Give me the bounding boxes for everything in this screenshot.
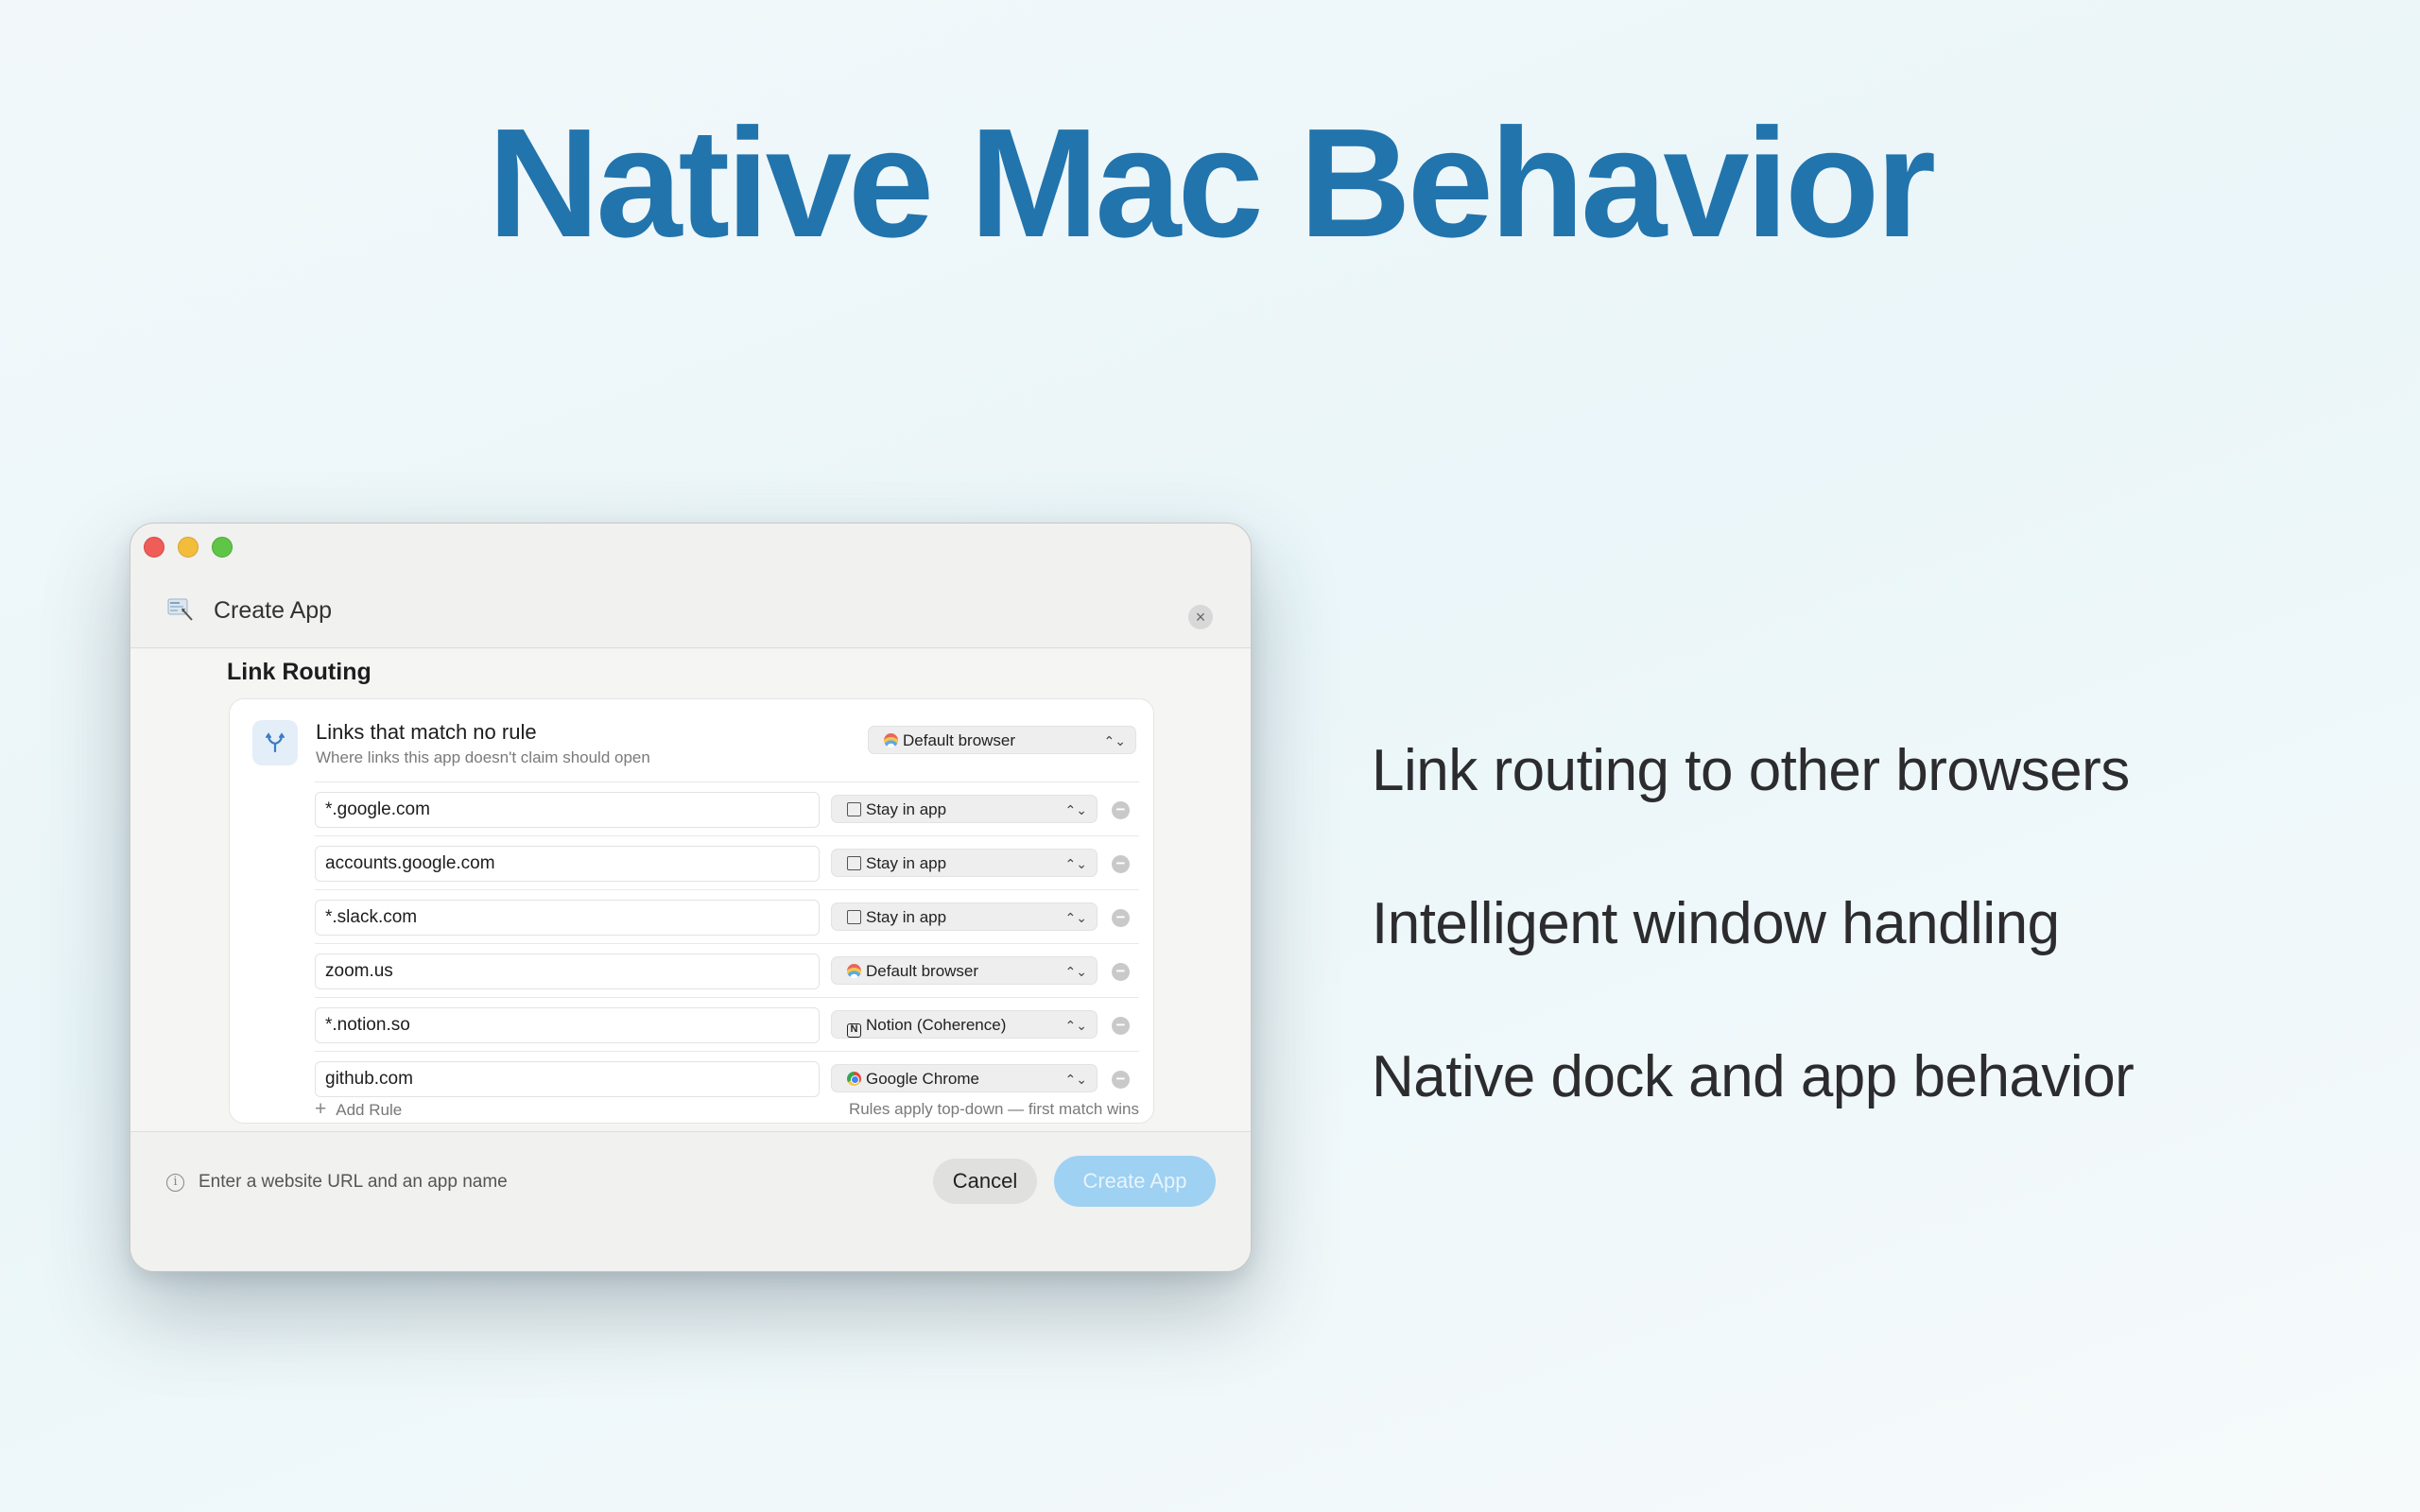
app-window-icon [167, 598, 193, 621]
plus-icon: + [315, 1098, 327, 1120]
rule-pattern-input[interactable]: *.slack.com [315, 900, 820, 936]
default-rule-title: Links that match no rule [316, 720, 537, 744]
route-fork-icon [252, 720, 298, 765]
rule-row: zoom.us Default browser ⌃⌄ − [315, 943, 1139, 997]
dialog-footer: i Enter a website URL and an app name Ca… [130, 1131, 1251, 1271]
rule-pattern-input[interactable]: zoom.us [315, 954, 820, 989]
stay-in-app-icon [847, 802, 861, 816]
minus-icon: − [1115, 800, 1126, 818]
rule-row: *.notion.so N Notion (Coherence) ⌃⌄ − [315, 997, 1139, 1051]
stay-in-app-icon [847, 910, 861, 924]
chevron-updown-icon: ⌃⌄ [1064, 1072, 1087, 1087]
default-browser-icon [847, 964, 861, 978]
rule-pattern-input[interactable]: github.com [315, 1061, 820, 1097]
footer-info-text: Enter a website URL and an app name [199, 1172, 508, 1192]
create-app-window: Create App × Link Routing Links that mat… [130, 523, 1252, 1272]
rule-pattern-input[interactable]: *.notion.so [315, 1007, 820, 1043]
rule-target-label: Stay in app [866, 800, 947, 818]
rule-target-label: Stay in app [866, 908, 947, 926]
default-target-label: Default browser [903, 731, 1016, 749]
minus-icon: − [1115, 1070, 1126, 1088]
minus-icon: − [1115, 1016, 1126, 1034]
rule-target-select[interactable]: Stay in app ⌃⌄ [831, 849, 1098, 877]
chevron-updown-icon: ⌃⌄ [1064, 856, 1087, 871]
close-window-button[interactable] [144, 537, 164, 558]
feature-item: Link routing to other browsers [1372, 738, 2130, 803]
chevron-updown-icon: ⌃⌄ [1064, 802, 1087, 817]
info-icon: i [166, 1174, 184, 1192]
section-title: Link Routing [227, 659, 372, 685]
cancel-button[interactable]: Cancel [933, 1159, 1037, 1204]
remove-rule-button[interactable]: − [1112, 855, 1130, 873]
rule-target-select[interactable]: Google Chrome ⌃⌄ [831, 1064, 1098, 1092]
minus-icon: − [1115, 962, 1126, 980]
remove-rule-button[interactable]: − [1112, 1071, 1130, 1089]
dialog-body: Link Routing Links that match no rule Wh… [130, 649, 1251, 1133]
remove-rule-button[interactable]: − [1112, 801, 1130, 819]
rules-hint: Rules apply top-down — first match wins [848, 1100, 1139, 1118]
rule-row: *.google.com Stay in app ⌃⌄ − [315, 782, 1139, 835]
create-app-button[interactable]: Create App [1054, 1156, 1216, 1207]
dialog-header: Create App × [130, 580, 1251, 648]
chevron-updown-icon: ⌃⌄ [1064, 964, 1087, 979]
default-browser-icon [884, 733, 898, 747]
chevron-updown-icon: ⌃⌄ [1103, 733, 1126, 748]
close-dialog-button[interactable]: × [1188, 605, 1213, 629]
rule-row: *.slack.com Stay in app ⌃⌄ − [315, 889, 1139, 943]
zoom-window-button[interactable] [212, 537, 233, 558]
rule-pattern-input[interactable]: *.google.com [315, 792, 820, 828]
notion-icon: N [847, 1023, 861, 1038]
rule-target-label: Default browser [866, 962, 979, 980]
rule-target-label: Notion (Coherence) [866, 1016, 1007, 1034]
minus-icon: − [1115, 908, 1126, 926]
close-icon: × [1195, 608, 1206, 627]
chevron-updown-icon: ⌃⌄ [1064, 910, 1087, 925]
remove-rule-button[interactable]: − [1112, 1017, 1130, 1035]
default-rule-row: Links that match no rule Where links thi… [230, 699, 1153, 782]
add-rule-label: Add Rule [336, 1101, 403, 1119]
add-rule-button[interactable]: + Add Rule [315, 1098, 402, 1121]
rule-target-select[interactable]: Stay in app ⌃⌄ [831, 902, 1098, 931]
remove-rule-button[interactable]: − [1112, 963, 1130, 981]
default-target-select[interactable]: Default browser ⌃⌄ [868, 726, 1136, 754]
rule-target-select[interactable]: Default browser ⌃⌄ [831, 956, 1098, 985]
feature-item: Intelligent window handling [1372, 891, 2060, 956]
remove-rule-button[interactable]: − [1112, 909, 1130, 927]
rule-target-label: Stay in app [866, 854, 947, 872]
rule-row: accounts.google.com Stay in app ⌃⌄ − [315, 835, 1139, 889]
feature-list: Link routing to other browsers Intellige… [1372, 737, 2135, 1196]
feature-item: Native dock and app behavior [1372, 1044, 2135, 1109]
minus-icon: − [1115, 854, 1126, 872]
minimize-window-button[interactable] [178, 537, 199, 558]
dialog-title: Create App [214, 597, 333, 624]
rule-target-select[interactable]: N Notion (Coherence) ⌃⌄ [831, 1010, 1098, 1039]
default-rule-subtitle: Where links this app doesn't claim shoul… [316, 748, 650, 766]
headline: Native Mac Behavior [487, 96, 1936, 269]
window-controls [144, 537, 233, 558]
stay-in-app-icon [847, 856, 861, 870]
rule-target-label: Google Chrome [866, 1070, 980, 1088]
rule-target-select[interactable]: Stay in app ⌃⌄ [831, 795, 1098, 823]
rule-row: github.com Google Chrome ⌃⌄ − [315, 1051, 1139, 1105]
chevron-updown-icon: ⌃⌄ [1064, 1018, 1087, 1033]
rule-pattern-input[interactable]: accounts.google.com [315, 846, 820, 882]
link-routing-card: Links that match no rule Where links thi… [229, 698, 1154, 1124]
chrome-icon [847, 1072, 861, 1086]
